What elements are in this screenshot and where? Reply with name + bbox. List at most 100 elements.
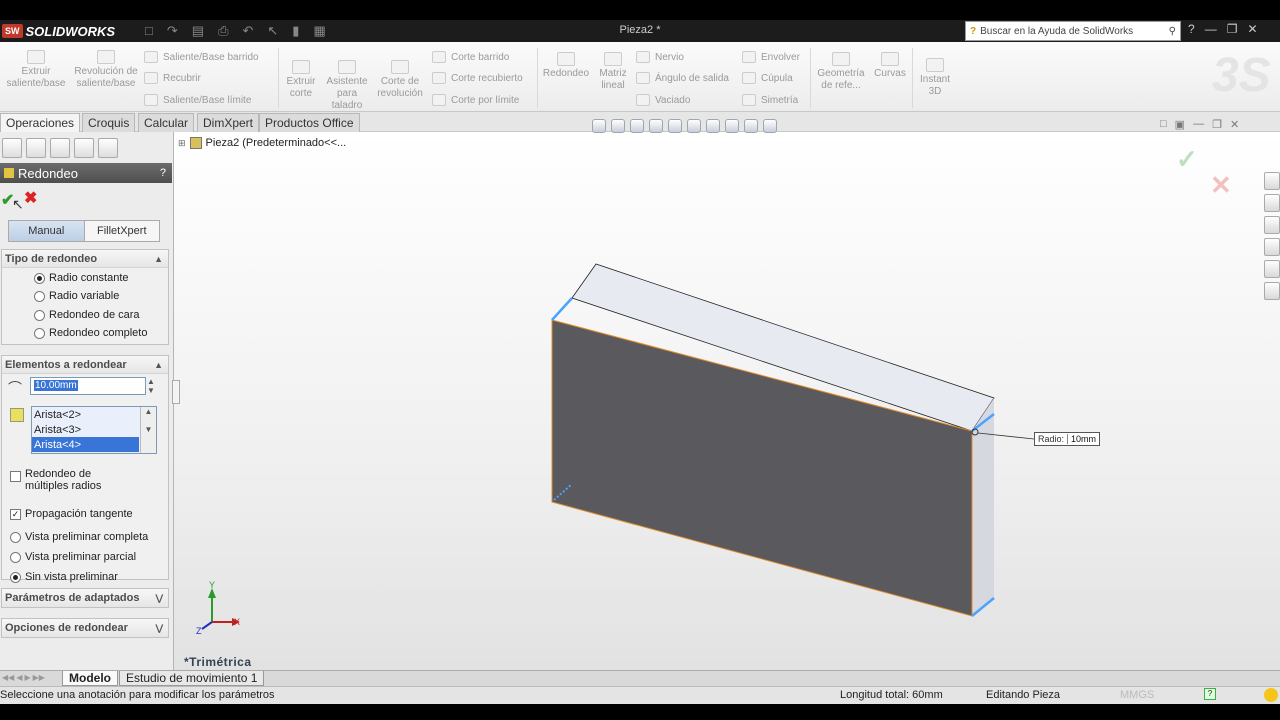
feature-manager-icon[interactable] bbox=[2, 138, 22, 158]
fillet-type-header[interactable]: Tipo de redondeo ▲ bbox=[2, 250, 168, 268]
radio-button[interactable] bbox=[10, 551, 21, 563]
radius-callout[interactable]: Radio: 10mm bbox=[1034, 432, 1101, 446]
fillet-options-header[interactable]: Opciones de redondear ⋁ bbox=[2, 619, 168, 637]
hide-show-icon[interactable] bbox=[706, 119, 720, 133]
prev-tab-icon[interactable]: ◀ bbox=[16, 673, 22, 682]
reference-geometry-button[interactable]: Geometría de refe... bbox=[814, 52, 868, 92]
multi-radius-checkbox[interactable]: Redondeo de múltiples radios bbox=[10, 468, 170, 492]
help-menu-icon[interactable]: ? bbox=[1188, 22, 1195, 36]
search-icon[interactable]: ⚲ bbox=[1169, 26, 1176, 37]
boundary-cut-button[interactable]: Corte por límite bbox=[432, 94, 519, 106]
rebuild-warning-icon[interactable] bbox=[1264, 688, 1278, 702]
setback-header[interactable]: Parámetros de adaptados ⋁ bbox=[2, 589, 168, 607]
mirror-button[interactable]: Simetría bbox=[742, 94, 798, 106]
doc-close-icon[interactable]: ✕ bbox=[1230, 118, 1239, 131]
radius-input[interactable]: 10.00mm bbox=[30, 377, 146, 395]
split-icon[interactable]: ▣ bbox=[1175, 118, 1185, 131]
fillet-button[interactable]: Redondeo bbox=[540, 52, 592, 80]
tangent-propagation-checkbox[interactable]: ✓ Propagación tangente bbox=[10, 508, 133, 520]
wrap-button[interactable]: Envolver bbox=[742, 51, 800, 63]
custom-properties-icon[interactable] bbox=[1264, 282, 1280, 300]
property-manager-icon[interactable] bbox=[26, 138, 46, 158]
dome-button[interactable]: Cúpula bbox=[742, 72, 793, 84]
previous-view-icon[interactable] bbox=[630, 119, 644, 133]
linear-pattern-button[interactable]: Matriz lineal bbox=[594, 52, 632, 92]
expand-chevron-icon[interactable]: ⋁ bbox=[156, 623, 163, 634]
radius-value[interactable]: 10.00mm bbox=[34, 380, 78, 391]
radio-button[interactable] bbox=[10, 531, 21, 543]
graphics-area[interactable]: ⊞ Pieza2 (Predeterminado<<... Y X Z Radi… bbox=[174, 132, 1280, 670]
instant3d-button[interactable]: Instant 3D bbox=[914, 58, 956, 98]
doc-restore-icon[interactable]: ❐ bbox=[1212, 118, 1222, 131]
tab-modelo[interactable]: Modelo bbox=[62, 671, 118, 686]
tab-manual[interactable]: Manual bbox=[9, 221, 85, 241]
radio-button[interactable] bbox=[34, 327, 45, 339]
tab-motion-study[interactable]: Estudio de movimiento 1 bbox=[119, 671, 265, 686]
radio-variable-radius[interactable]: Radio variable bbox=[34, 290, 119, 302]
checkbox[interactable]: ✓ bbox=[10, 508, 21, 520]
part-3d-view[interactable] bbox=[174, 132, 1280, 670]
doc-minimize-icon[interactable]: — bbox=[1193, 118, 1204, 131]
tab-calcular[interactable]: Calcular bbox=[138, 113, 195, 132]
radio-no-preview[interactable]: Sin vista preliminar bbox=[10, 571, 118, 583]
tab-croquis[interactable]: Croquis bbox=[82, 113, 136, 132]
list-item[interactable]: Arista<3> bbox=[32, 422, 156, 437]
select-icon[interactable]: ↖ bbox=[267, 23, 278, 39]
radius-spinner[interactable]: ▲ ▼ bbox=[147, 377, 155, 395]
extrude-cut-button[interactable]: Extruir corte bbox=[282, 60, 320, 100]
tab-filletxpert[interactable]: FilletXpert bbox=[85, 221, 160, 241]
radio-full-preview[interactable]: Vista preliminar completa bbox=[10, 531, 148, 543]
list-scrollbar[interactable]: ▲ ▼ bbox=[140, 407, 156, 453]
rebuild-icon[interactable]: ▮ bbox=[292, 23, 299, 39]
expand-chevron-icon[interactable]: ⋁ bbox=[156, 593, 163, 604]
options-icon[interactable]: ▦ bbox=[313, 23, 325, 39]
loft-cut-button[interactable]: Corte recubierto bbox=[432, 72, 523, 84]
display-manager-icon[interactable] bbox=[98, 138, 118, 158]
collapse-icon[interactable]: ▲ bbox=[154, 360, 163, 370]
save-icon[interactable]: ▤ bbox=[192, 23, 204, 39]
close-icon[interactable]: ✕ bbox=[1247, 22, 1257, 36]
radio-partial-preview[interactable]: Vista preliminar parcial bbox=[10, 551, 136, 563]
collapse-icon[interactable]: ▲ bbox=[154, 254, 163, 264]
cancel-button[interactable]: ✖ bbox=[24, 188, 37, 208]
rib-button[interactable]: Nervio bbox=[636, 51, 684, 63]
section-view-icon[interactable] bbox=[649, 119, 663, 133]
design-library-icon[interactable] bbox=[1264, 194, 1280, 212]
view-orientation-icon[interactable] bbox=[668, 119, 682, 133]
undo-icon[interactable]: ↶ bbox=[242, 23, 253, 39]
draft-button[interactable]: Ángulo de salida bbox=[636, 72, 729, 84]
print-icon[interactable]: ⎙ bbox=[218, 23, 228, 39]
quick-tips-icon[interactable]: ? bbox=[1204, 688, 1216, 700]
new-document-icon[interactable]: □ bbox=[145, 23, 153, 39]
first-tab-icon[interactable]: ◀◀ bbox=[2, 673, 14, 682]
radio-button[interactable] bbox=[34, 309, 45, 321]
tile-icon[interactable]: □ bbox=[1160, 118, 1167, 131]
shell-button[interactable]: Vaciado bbox=[636, 94, 690, 106]
radius-callout-value[interactable]: 10mm bbox=[1068, 434, 1099, 444]
radio-button[interactable] bbox=[10, 571, 21, 583]
sweep-cut-button[interactable]: Corte barrido bbox=[432, 51, 509, 63]
appearances-icon[interactable] bbox=[1264, 260, 1280, 278]
edit-appearance-icon[interactable] bbox=[725, 119, 739, 133]
tab-dimxpert[interactable]: DimXpert bbox=[197, 113, 260, 132]
revolve-cut-button[interactable]: Corte de revolución bbox=[374, 60, 426, 100]
confirm-corner-ok-icon[interactable]: ✓ bbox=[1176, 144, 1198, 175]
radio-button[interactable] bbox=[34, 290, 45, 302]
revolve-boss-button[interactable]: Revolución de saliente/base bbox=[74, 50, 138, 90]
resources-icon[interactable] bbox=[1264, 172, 1280, 190]
radio-button[interactable] bbox=[34, 272, 45, 284]
fillet-options-group[interactable]: Opciones de redondear ⋁ bbox=[1, 618, 169, 638]
dimxpert-manager-icon[interactable] bbox=[74, 138, 94, 158]
status-units[interactable]: MMGS bbox=[1120, 689, 1154, 701]
checkbox[interactable] bbox=[10, 471, 21, 482]
extrude-boss-button[interactable]: Extruir saliente/base bbox=[4, 50, 68, 90]
curves-button[interactable]: Curvas bbox=[870, 52, 910, 80]
edges-selection-list[interactable]: Arista<2> Arista<3> Arista<4> ▲ ▼ bbox=[31, 406, 157, 454]
confirm-corner-cancel-icon[interactable]: ✕ bbox=[1210, 170, 1232, 201]
loft-boss-button[interactable]: Recubrir bbox=[144, 72, 201, 84]
items-header[interactable]: Elementos a redondear ▲ bbox=[2, 356, 168, 374]
solidworks-logo[interactable]: SW SOLIDWORKS bbox=[2, 22, 122, 40]
zoom-area-icon[interactable] bbox=[611, 119, 625, 133]
setback-parameters-group[interactable]: Parámetros de adaptados ⋁ bbox=[1, 588, 169, 608]
help-search-input[interactable]: ? Buscar en la Ayuda de SolidWorks ⚲ bbox=[965, 21, 1181, 41]
